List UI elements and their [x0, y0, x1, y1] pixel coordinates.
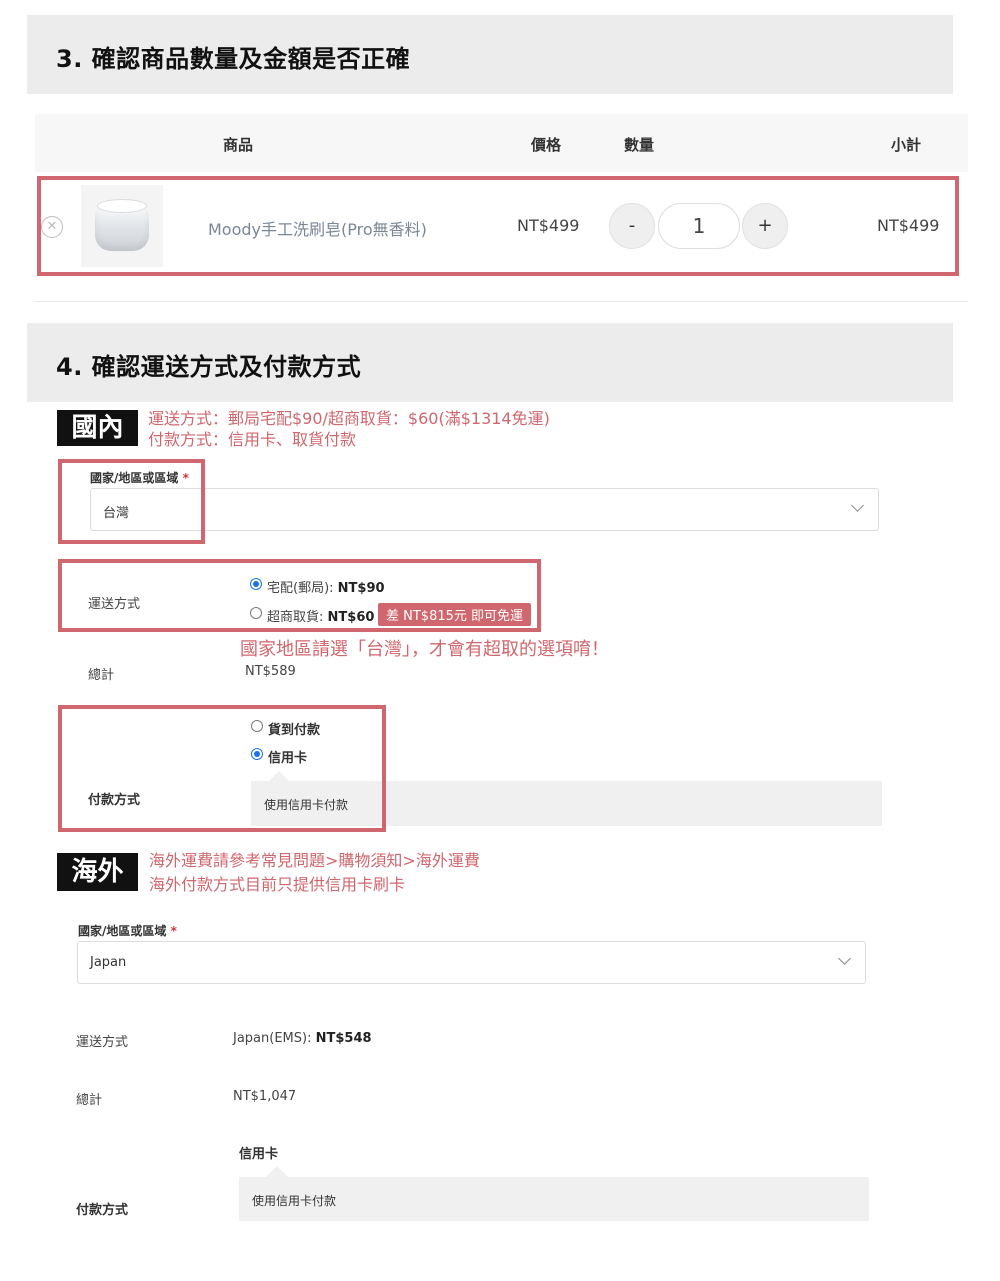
overseas-pay-desc-text: 使用信用卡付款	[252, 1194, 337, 1208]
domestic-total-value: NT$589	[245, 664, 296, 679]
highlight-payment	[58, 705, 386, 832]
overseas-ship-option: Japan(EMS): NT$548	[233, 1031, 372, 1046]
domestic-shipping-note: 運送方式：郵局宅配$90/超商取貨：$60(滿$1314免運)	[148, 409, 550, 428]
cart-table-header: 商品 價格 數量 小計	[35, 114, 968, 172]
domestic-country-select[interactable]: 台灣	[90, 488, 879, 531]
overseas-payment-note: 海外付款方式目前只提供信用卡刷卡	[149, 875, 406, 894]
section-3-title: 3. 確認商品數量及金額是否正確	[56, 45, 411, 73]
overseas-ship-price: NT$548	[315, 1031, 372, 1046]
overseas-total-value: NT$1,047	[233, 1089, 297, 1104]
section-4-header: 4. 確認運送方式及付款方式	[27, 323, 953, 402]
overseas-country-select[interactable]: Japan	[77, 941, 866, 984]
highlight-country	[58, 459, 205, 544]
overseas-pay-option[interactable]: 信用卡	[239, 1143, 278, 1162]
column-qty: 數量	[624, 136, 655, 154]
taiwan-hint: 國家地區請選「台灣」，才會有超取的選項唷！	[240, 639, 609, 660]
column-product: 商品	[223, 136, 254, 154]
domestic-total-label: 總計	[88, 668, 115, 683]
overseas-country-label: 國家/地區或區域 *	[78, 922, 177, 939]
overseas-shipping-label: 運送方式	[76, 1035, 129, 1050]
section-4-title: 4. 確認運送方式及付款方式	[56, 353, 362, 381]
overseas-payment-label: 付款方式	[76, 1203, 129, 1218]
cart-divider	[35, 301, 968, 302]
highlight-cart-row	[37, 176, 959, 276]
required-mark: *	[170, 924, 177, 938]
domestic-tag: 國內	[57, 410, 138, 446]
overseas-pay-caret	[266, 1166, 288, 1177]
column-price: 價格	[531, 136, 562, 154]
overseas-shipping-note: 海外運費請參考常見問題>購物須知>海外運費	[149, 851, 480, 870]
overseas-country-label-text: 國家/地區或區域	[78, 924, 167, 938]
overseas-total-label: 總計	[76, 1093, 103, 1108]
highlight-shipping	[58, 559, 541, 632]
chevron-down-icon	[851, 499, 864, 512]
domestic-payment-note: 付款方式：信用卡、取貨付款	[148, 430, 357, 449]
chevron-down-icon	[838, 952, 851, 965]
overseas-ship-label: Japan(EMS):	[233, 1031, 312, 1046]
overseas-pay-description: 使用信用卡付款	[239, 1177, 869, 1221]
section-3-header: 3. 確認商品數量及金額是否正確	[27, 15, 953, 94]
overseas-country-value: Japan	[90, 955, 127, 970]
overseas-tag: 海外	[57, 853, 138, 891]
column-subtotal: 小計	[891, 136, 922, 154]
